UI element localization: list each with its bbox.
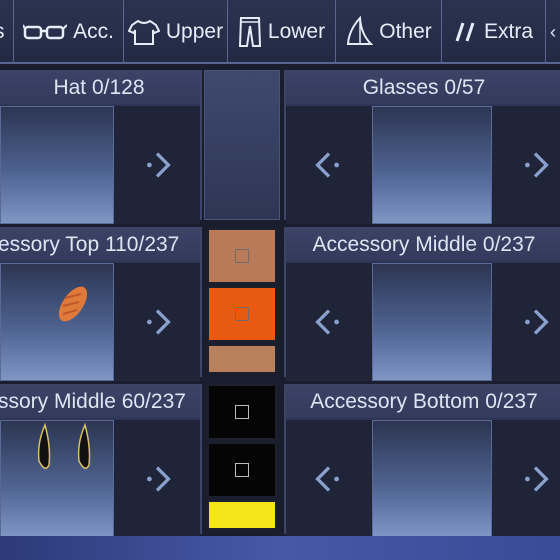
slot-accessory-middle-left: ssory Middle 60/237 — [0, 384, 202, 538]
tab-more[interactable]: ‹ — [546, 0, 560, 64]
item-preview[interactable] — [372, 420, 492, 538]
color-swatch-top-2[interactable] — [207, 286, 277, 342]
tab-label: Acc. — [73, 20, 114, 43]
chevron-right-icon — [147, 309, 171, 335]
tab-label: Other — [379, 20, 432, 43]
color-swatch-top-3[interactable] — [207, 344, 277, 374]
chevron-right-icon — [147, 466, 171, 492]
slot-title: essory Top 110/237 — [0, 229, 200, 261]
slot-title: Accessory Bottom 0/237 — [286, 386, 560, 418]
color-swatch-middle-2[interactable] — [207, 442, 277, 498]
next-button[interactable] — [492, 420, 560, 538]
next-button[interactable] — [492, 263, 560, 381]
prev-button[interactable] — [286, 420, 372, 538]
tab-label: Lower — [267, 20, 326, 43]
item-preview[interactable] — [372, 263, 492, 381]
item-preview[interactable] — [0, 106, 114, 224]
slot-title: Accessory Middle 0/237 — [286, 229, 560, 261]
color-swatch-middle-3[interactable] — [207, 500, 277, 530]
empty-swatch-area — [204, 70, 280, 220]
tab-lower[interactable]: Lower — [228, 0, 336, 64]
slot-title: Glasses 0/57 — [286, 72, 560, 104]
item-preview[interactable] — [372, 106, 492, 224]
chevron-right-icon — [525, 309, 549, 335]
slot-accessory-top: essory Top 110/237 — [0, 227, 202, 381]
slot-title: ssory Middle 60/237 — [0, 386, 200, 418]
item-preview[interactable] — [0, 263, 114, 381]
tab-extra[interactable]: Extra — [442, 0, 546, 64]
tab-label: Upper — [165, 20, 224, 43]
next-button[interactable] — [114, 263, 200, 381]
next-button[interactable] — [114, 420, 200, 538]
glasses-icon — [23, 21, 68, 43]
slot-accessory-middle: Accessory Middle 0/237 — [284, 227, 560, 381]
chevron-left-icon — [315, 309, 339, 335]
swatch-square-icon — [235, 249, 249, 263]
tab-label: Extra — [483, 20, 533, 43]
next-button[interactable] — [114, 106, 200, 224]
accessory-middle-item-icon — [37, 422, 91, 469]
prev-button[interactable] — [286, 263, 372, 381]
tab-other[interactable]: Other — [336, 0, 442, 64]
swatch-square-icon — [235, 307, 249, 321]
tab-label: s — [0, 20, 5, 44]
sail-icon — [345, 16, 374, 48]
slot-hat: Hat 0/128 — [0, 70, 202, 224]
tab-upper[interactable]: Upper — [124, 0, 228, 64]
color-swatch-top-1[interactable] — [207, 228, 277, 284]
next-button[interactable] — [492, 106, 560, 224]
item-preview[interactable] — [0, 420, 114, 538]
chevron-left-icon — [315, 152, 339, 178]
chevron-right-icon — [525, 152, 549, 178]
tab-accessories[interactable]: Acc. — [14, 0, 124, 64]
category-tab-bar: s Acc. Upper Lower Other Extra ‹ — [0, 0, 560, 64]
chevron-right-icon — [525, 466, 549, 492]
prev-button[interactable] — [286, 106, 372, 224]
pants-icon — [238, 16, 262, 48]
color-swatch-column — [204, 70, 280, 534]
slashes-icon — [454, 20, 478, 44]
tshirt-icon — [127, 18, 160, 46]
accessory-top-item-icon — [58, 286, 88, 322]
more-icon: ‹ — [550, 21, 556, 42]
slot-glasses: Glasses 0/57 — [284, 70, 560, 224]
bottom-bar — [0, 536, 560, 560]
swatch-square-icon — [235, 405, 249, 419]
tab-shoes[interactable]: s — [0, 0, 14, 64]
chevron-left-icon — [315, 466, 339, 492]
color-swatch-middle-1[interactable] — [207, 384, 277, 440]
chevron-right-icon — [147, 152, 171, 178]
slot-accessory-bottom: Accessory Bottom 0/237 — [284, 384, 560, 538]
slot-title: Hat 0/128 — [0, 72, 200, 104]
swatch-square-icon — [235, 463, 249, 477]
